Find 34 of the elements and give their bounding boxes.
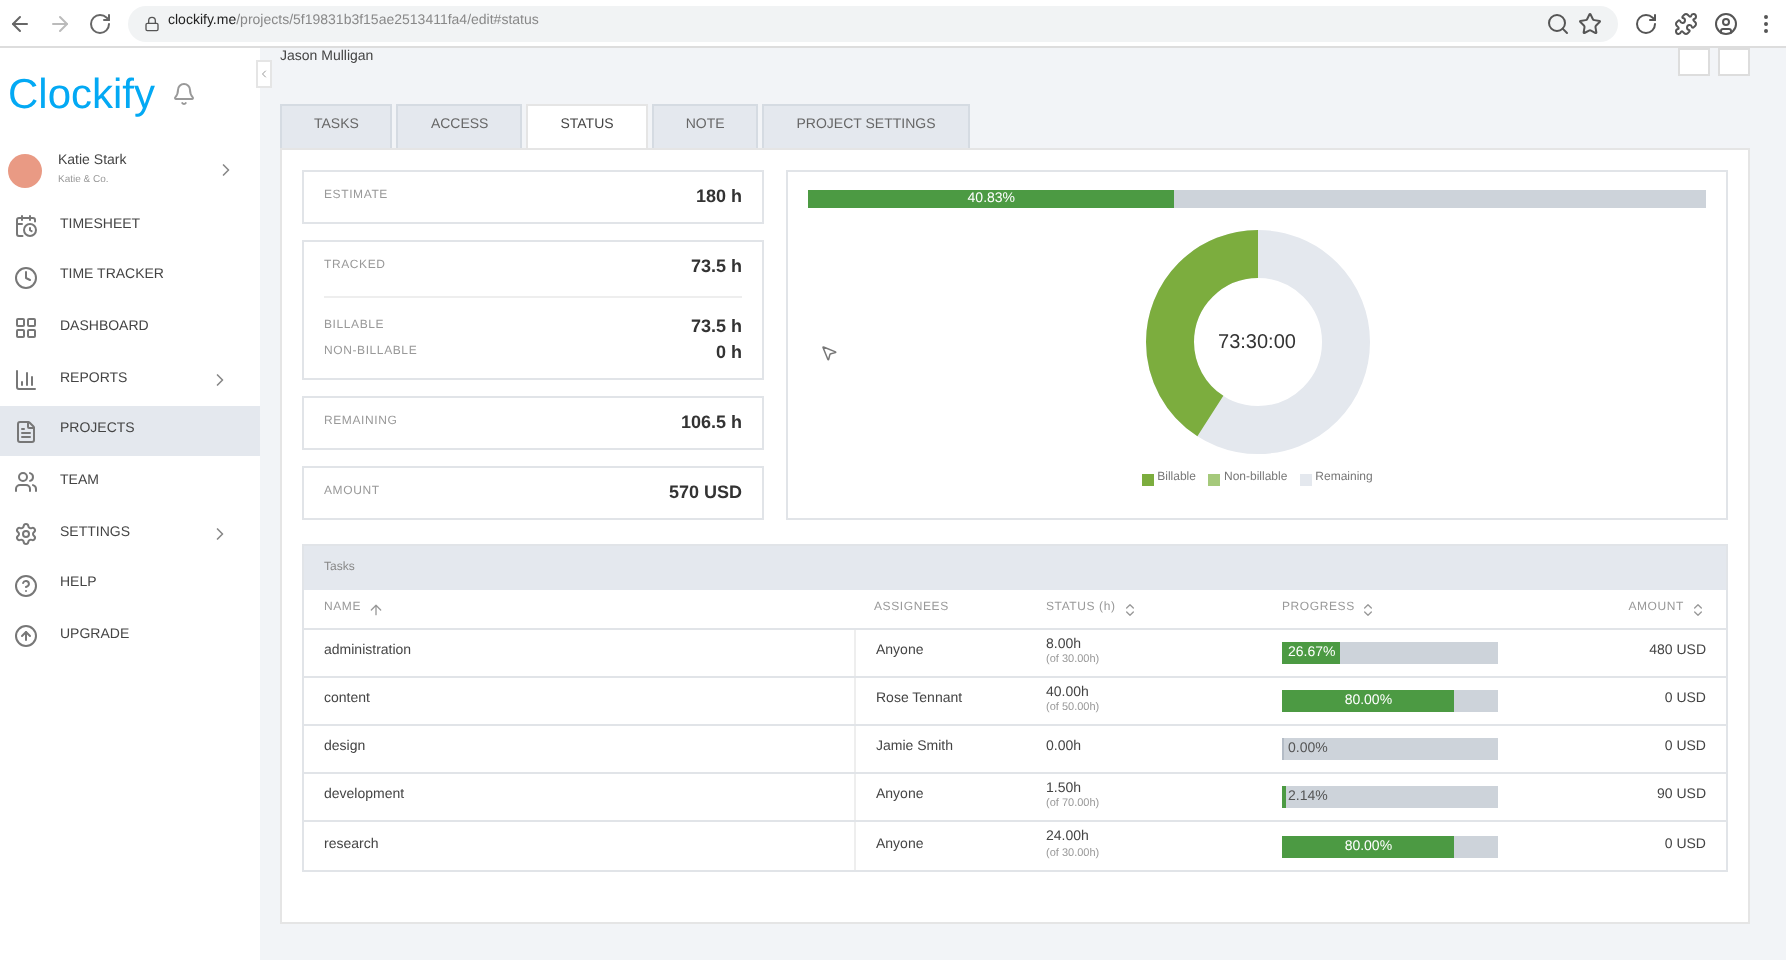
sort-icon[interactable] — [1121, 601, 1138, 617]
timesheet-icon — [14, 213, 38, 238]
lock-icon — [144, 15, 160, 31]
grid-icon — [14, 316, 38, 341]
mouse-cursor-icon — [820, 344, 838, 362]
avatar-icon — [8, 153, 42, 187]
chevron-left-icon — [258, 66, 270, 82]
upgrade-icon — [14, 624, 38, 649]
logo: Clockify — [8, 73, 156, 115]
stat-value: 73.5 h — [690, 313, 742, 340]
bookmark-star-icon[interactable] — [1578, 11, 1602, 35]
back-icon[interactable] — [8, 11, 32, 35]
stat-value: 570 USD — [668, 479, 742, 506]
sort-ascending-icon[interactable] — [367, 601, 384, 617]
clock-icon — [14, 265, 38, 290]
sort-icon[interactable] — [1360, 601, 1377, 617]
stat-value: 180 h — [695, 183, 742, 210]
sort-icon[interactable] — [1690, 601, 1706, 617]
puzzle-icon[interactable] — [1674, 11, 1698, 35]
team-icon — [14, 470, 38, 495]
bell-icon[interactable] — [171, 82, 196, 106]
zoom-icon[interactable] — [1546, 11, 1570, 35]
forward-icon[interactable] — [48, 11, 72, 35]
reload-icon[interactable] — [88, 11, 112, 35]
file-icon — [14, 419, 38, 444]
chart-icon — [14, 367, 38, 392]
help-icon — [14, 573, 38, 598]
stat-value: 73.5 h — [690, 253, 742, 280]
stat-value: 106.5 h — [680, 409, 742, 436]
collapse-sidebar-button[interactable] — [256, 60, 272, 88]
stat-value: 0 h — [715, 339, 742, 366]
gear-icon — [14, 521, 38, 546]
donut-center-label: 73:30:00 — [1216, 330, 1298, 354]
account-icon[interactable] — [1714, 11, 1738, 35]
